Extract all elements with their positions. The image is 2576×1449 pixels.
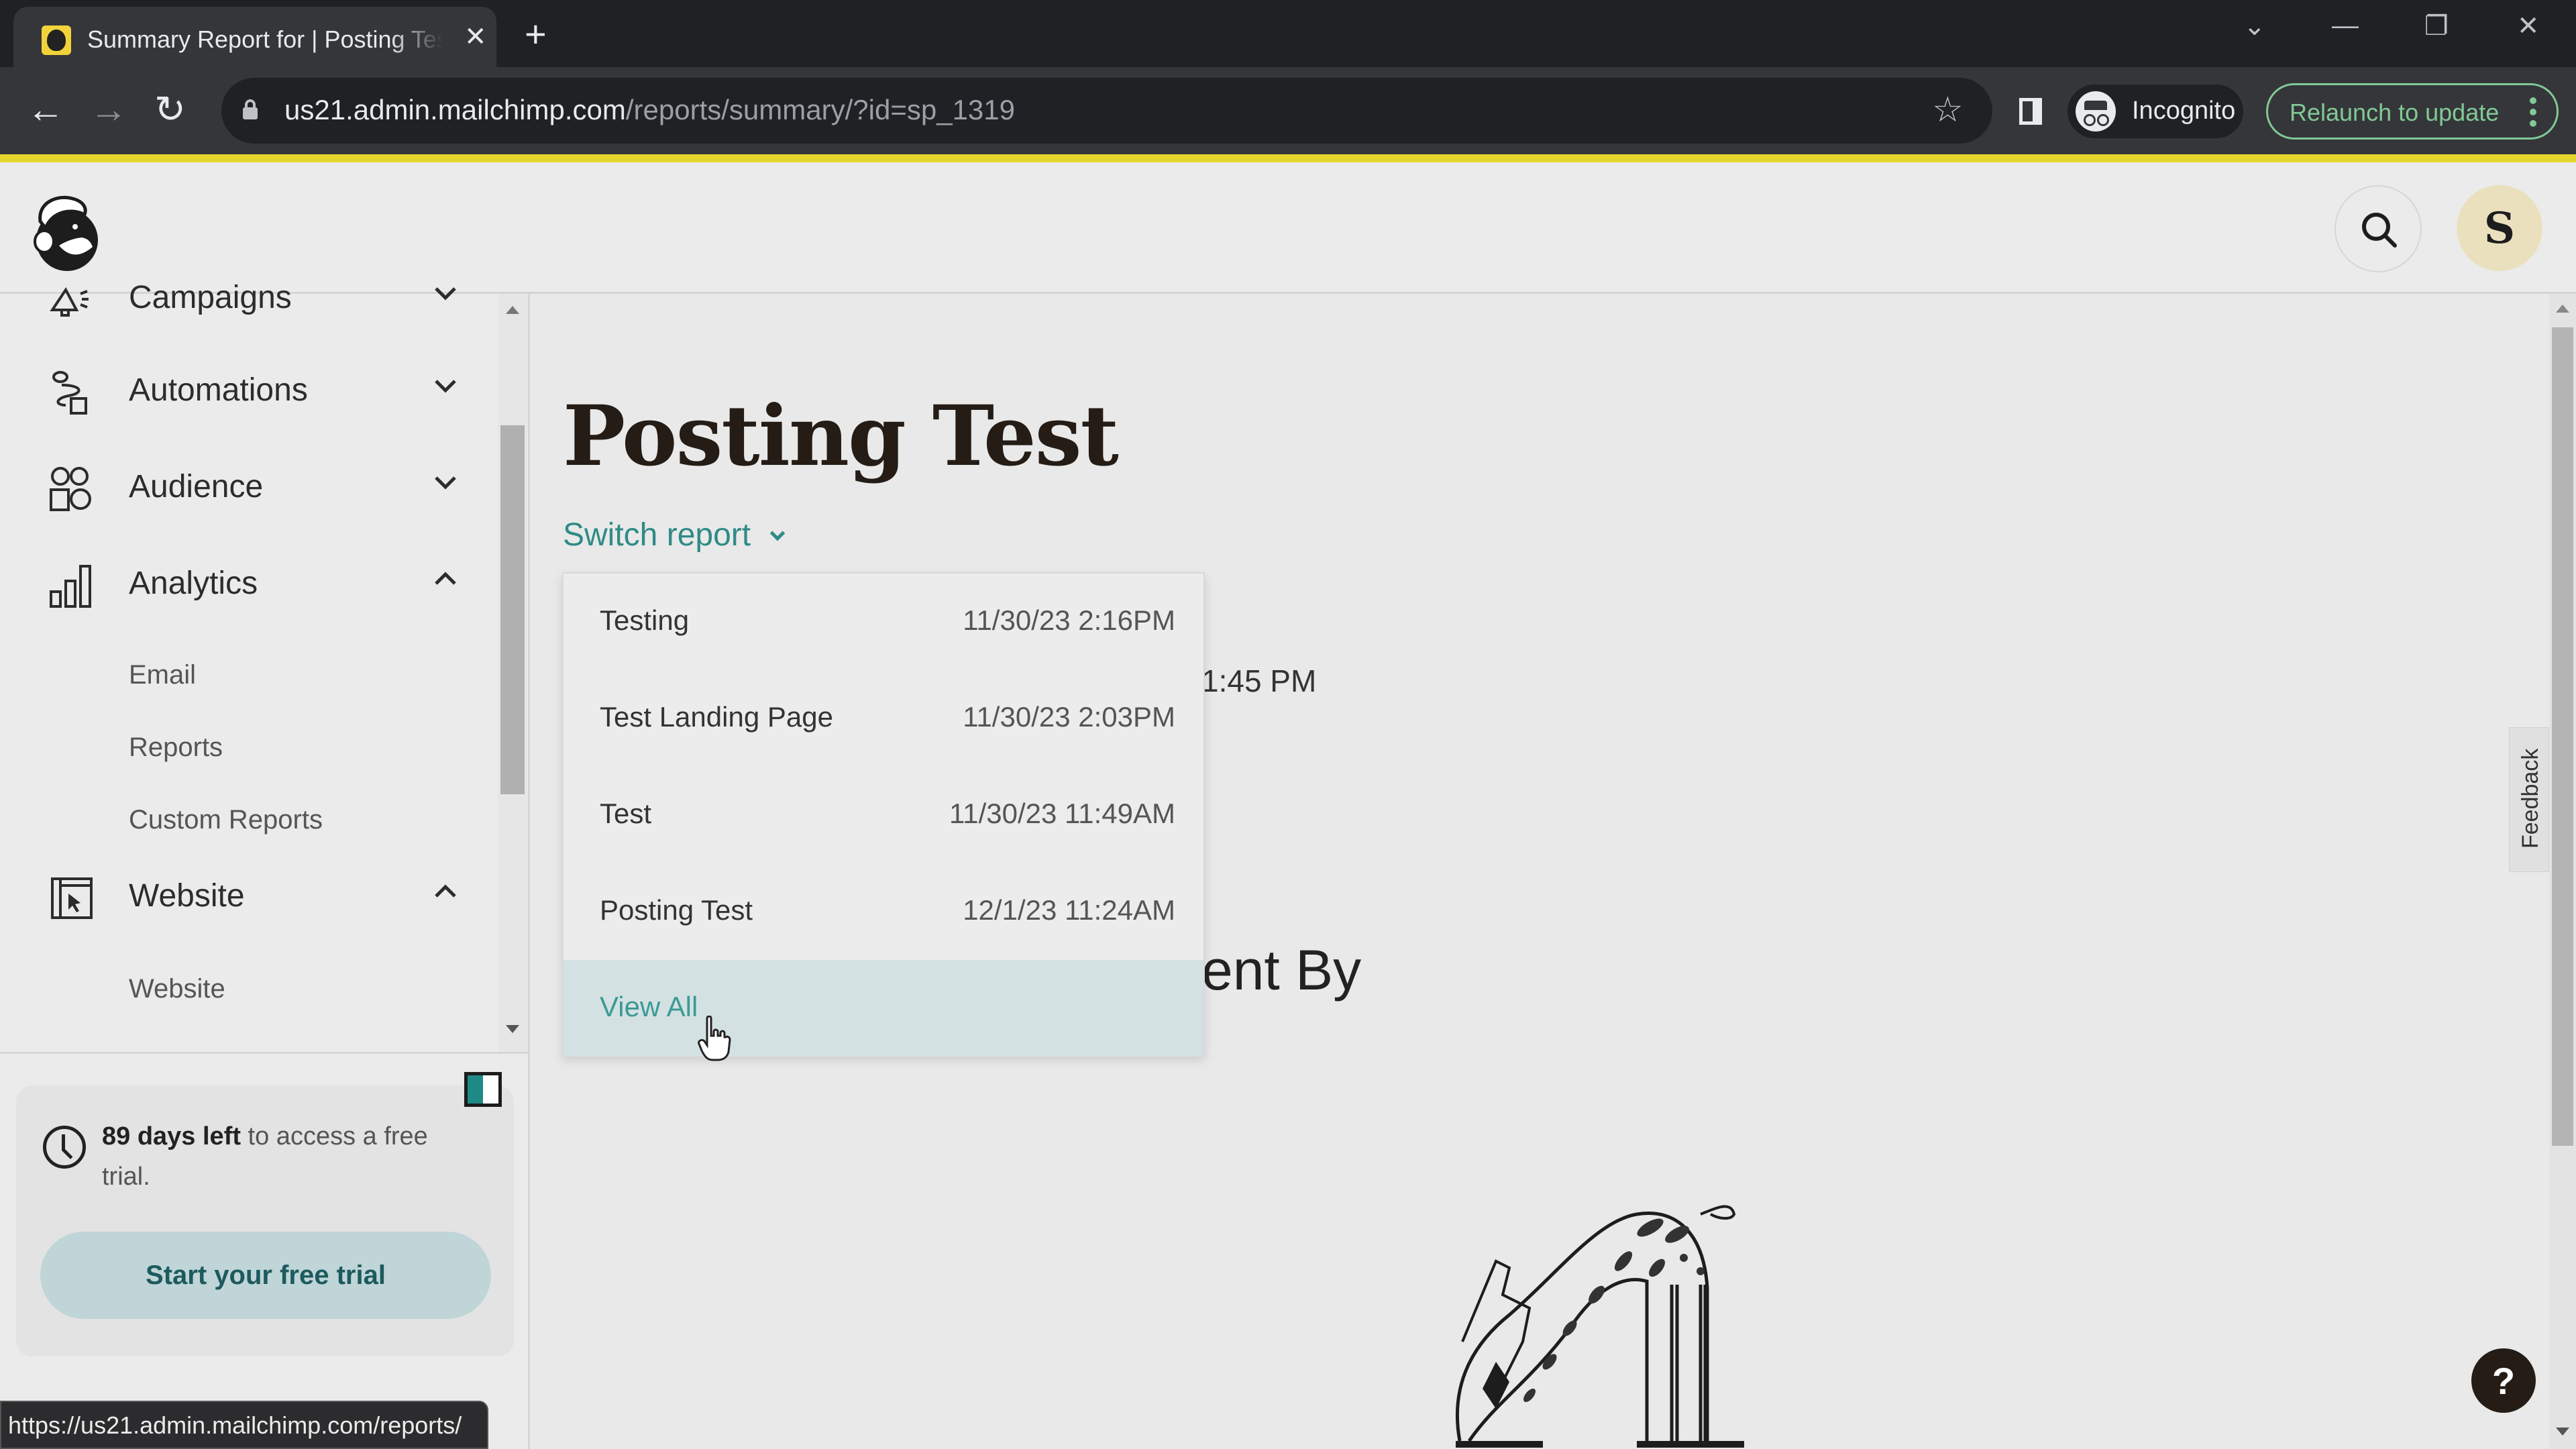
section-heading-partial: ent By [1201, 938, 1362, 1002]
user-avatar[interactable]: S [2457, 185, 2542, 271]
sidebar-collapse-icon[interactable] [464, 1072, 502, 1107]
chevron-down-icon [435, 287, 456, 301]
main-scrollbar[interactable] [2549, 294, 2576, 1449]
dropdown-item[interactable]: Testing 11/30/23 2:16PM [564, 574, 1203, 670]
scroll-down-arrow-icon[interactable] [2556, 1428, 2569, 1436]
chevron-down-icon [435, 380, 456, 393]
chevron-up-icon [435, 572, 456, 585]
report-name: Posting Test [600, 894, 753, 926]
search-icon [2362, 213, 2397, 248]
dropdown-item[interactable]: Posting Test 12/1/23 11:24AM [564, 863, 1203, 960]
report-name: Testing [600, 604, 690, 636]
browser-tabstrip: Summary Report for | Posting Test ✕ + ⌄ … [0, 0, 2576, 67]
switch-report-button[interactable]: Switch report [563, 517, 786, 553]
megaphone-icon [50, 287, 89, 317]
dropdown-item[interactable]: Test 11/30/23 11:49AM [564, 767, 1203, 863]
sidebar-item-label: Website [129, 878, 245, 914]
clock-icon [43, 1126, 86, 1169]
sidebar-divider [0, 1052, 530, 1054]
tab-title: Summary Report for | Posting Test [87, 25, 443, 53]
report-name: Test [600, 798, 652, 829]
sidebar-item-automations[interactable]: Automations [0, 352, 496, 432]
sidebar-item-label: Analytics [129, 566, 258, 601]
back-button[interactable]: ← [27, 87, 64, 131]
sidebar-item-website[interactable]: Website [0, 857, 496, 938]
feedback-label: Feedback [2518, 748, 2543, 849]
bookmark-star-icon[interactable]: ☆ [1932, 90, 1964, 130]
sidebar-item-label: Campaigns [129, 280, 292, 315]
lock-icon[interactable] [243, 99, 258, 119]
tab-search-icon[interactable]: ⌄ [2243, 11, 2266, 42]
bar-chart-icon [50, 565, 91, 608]
scroll-up-arrow-icon[interactable] [2556, 305, 2569, 313]
link-status-tooltip: https://us21.admin.mailchimp.com/reports… [0, 1401, 488, 1449]
workflow-icon [52, 371, 87, 415]
tab-close-icon[interactable]: ✕ [464, 21, 487, 52]
incognito-icon [2076, 91, 2116, 131]
sidebar-scrollbar[interactable] [498, 294, 527, 1052]
relaunch-button[interactable]: Relaunch to update [2266, 83, 2559, 140]
search-button[interactable] [2334, 185, 2422, 272]
view-all-link[interactable]: View All [564, 960, 1203, 1057]
report-name: Test Landing Page [600, 701, 833, 733]
send-time-text: 1:45 PM [1201, 663, 1317, 698]
audience-icon [50, 467, 91, 511]
dropdown-item[interactable]: Test Landing Page 11/30/23 2:03PM [564, 670, 1203, 767]
sidebar-item-campaigns[interactable]: Campaigns [0, 259, 496, 339]
sidebar: Campaigns Automations Audience Analytics [0, 280, 530, 1449]
sidebar-item-analytics[interactable]: Analytics [0, 545, 496, 625]
browser-tab-active[interactable]: Summary Report for | Posting Test ✕ [13, 7, 496, 67]
side-panel-icon[interactable] [2019, 98, 2042, 125]
sidebar-subitem-email[interactable]: Email [129, 660, 196, 690]
chevron-down-icon [435, 476, 456, 490]
restore-button[interactable]: ❐ [2424, 11, 2449, 42]
scroll-down-arrow-icon[interactable] [506, 1025, 519, 1033]
view-all-label: View All [600, 991, 698, 1022]
report-date: 11/30/23 2:03PM [963, 701, 1175, 733]
trial-card: 89 days left to access a free trial. Sta… [16, 1085, 514, 1356]
reload-button[interactable]: ↻ [154, 87, 186, 131]
kebab-menu-icon[interactable] [2530, 97, 2536, 131]
trial-message: 89 days left to access a free trial. [102, 1122, 428, 1191]
feedback-tab[interactable]: Feedback [2509, 727, 2549, 872]
incognito-label: Incognito [2132, 97, 2236, 125]
chevron-up-icon [435, 884, 456, 898]
chevron-down-icon [769, 525, 786, 541]
sidebar-item-audience[interactable]: Audience [0, 448, 496, 529]
hand-pointer-cursor-icon [698, 1016, 731, 1061]
website-cursor-icon [51, 877, 93, 919]
main-scroll-thumb[interactable] [2552, 327, 2573, 1146]
minimize-button[interactable]: — [2332, 11, 2359, 41]
page-title: Posting Test [563, 388, 1119, 485]
sidebar-scroll-thumb[interactable] [500, 425, 525, 794]
start-free-trial-button[interactable]: Start your free trial [40, 1232, 491, 1319]
forward-button[interactable]: → [90, 87, 127, 131]
incognito-badge[interactable]: Incognito [2068, 85, 2243, 138]
sidebar-subitem-website[interactable]: Website [129, 974, 225, 1004]
switch-report-label: Switch report [563, 517, 751, 553]
new-tab-button[interactable]: + [525, 12, 547, 56]
report-date: 11/30/23 2:16PM [963, 604, 1175, 636]
report-date: 11/30/23 11:49AM [949, 798, 1175, 829]
sidebar-subitem-custom-reports[interactable]: Custom Reports [129, 805, 323, 835]
switch-report-dropdown: Testing 11/30/23 2:16PM Test Landing Pag… [562, 572, 1205, 1057]
report-date: 12/1/23 11:24AM [963, 894, 1175, 926]
sidebar-item-label: Automations [129, 372, 308, 408]
relaunch-label: Relaunch to update [2290, 99, 2500, 126]
sidebar-item-label: Audience [129, 469, 264, 504]
help-button[interactable]: ? [2471, 1348, 2536, 1413]
window-close-button[interactable]: ✕ [2517, 11, 2540, 42]
url-text[interactable]: us21.admin.mailchimp.com/reports/summary… [284, 94, 1015, 126]
brand-stripe [0, 154, 2576, 162]
scroll-up-arrow-icon[interactable] [506, 306, 519, 314]
giraffe-illustration-icon [1456, 1205, 1744, 1448]
mailchimp-favicon-icon [42, 25, 71, 55]
sidebar-subitem-reports[interactable]: Reports [129, 733, 223, 763]
status-url: https://us21.admin.mailchimp.com/reports… [8, 1411, 462, 1439]
